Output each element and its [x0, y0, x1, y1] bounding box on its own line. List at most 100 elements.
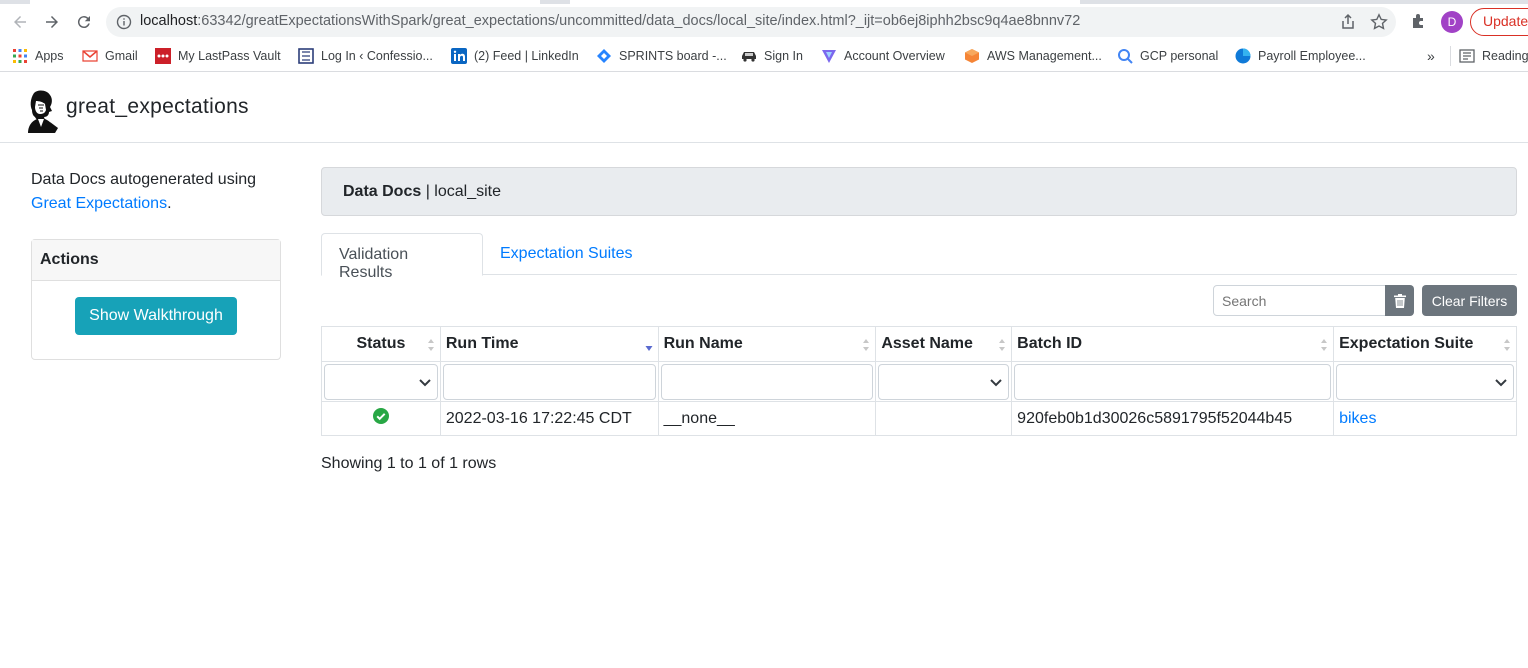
expectation-suite-link[interactable]: bikes [1339, 410, 1376, 427]
batch-id-cell: 920feb0b1d30026c5891795f52044b45 [1011, 401, 1335, 436]
bookmark-gmail[interactable]: Gmail [82, 46, 138, 66]
column-label: Asset Name [881, 335, 973, 352]
filter-cell [321, 361, 441, 402]
show-walkthrough-button[interactable]: Show Walkthrough [75, 297, 237, 335]
bookmark-label: Payroll Employee... [1258, 49, 1366, 63]
search-group [1213, 285, 1414, 316]
results-tabs: Validation Results Expectation Suites [321, 233, 1517, 281]
expectation-suite-filter-select[interactable] [1336, 363, 1514, 400]
search-input[interactable] [1213, 285, 1386, 316]
breadcrumb: Data Docs | local_site [321, 167, 1517, 216]
bookmark-payroll[interactable]: Payroll Employee... [1235, 46, 1366, 66]
profile-avatar[interactable]: D [1441, 11, 1463, 33]
bookmark-lastpass[interactable]: My LastPass Vault [155, 46, 281, 66]
actions-title: Actions [32, 240, 280, 281]
column-header-asset-name[interactable]: Asset Name [875, 326, 1013, 362]
bookmark-linkedin[interactable]: (2) Feed | LinkedIn [451, 46, 579, 66]
wordpress-icon [298, 48, 314, 64]
bookmark-label: Log In ‹ Confessio... [321, 49, 433, 63]
tab-strip [1080, 0, 1528, 4]
address-bar[interactable]: localhost:63342/greatExpectationsWithSpa… [106, 7, 1396, 37]
bookmark-apps[interactable]: Apps [12, 46, 64, 66]
reload-icon [77, 16, 90, 29]
filter-row [321, 361, 1517, 402]
bookmark-label: Sign In [764, 49, 803, 63]
lastpass-icon [155, 48, 171, 64]
arrow-right-icon [46, 16, 58, 28]
actions-card: Actions Show Walkthrough [31, 239, 281, 360]
column-header-expectation-suite[interactable]: Expectation Suite [1333, 326, 1517, 362]
browser-toolbar: localhost:63342/greatExpectationsWithSpa… [0, 0, 1528, 44]
star-icon[interactable] [1370, 13, 1388, 31]
bookmark-signin[interactable]: Sign In [741, 46, 803, 66]
gmail-icon [82, 50, 98, 62]
validation-results-table: Status Run Time Run Name Asset Name Batc… [321, 326, 1517, 436]
intro-label: Data Docs autogenerated using [31, 171, 257, 188]
bookmark-label: Gmail [105, 49, 138, 63]
column-header-run-name[interactable]: Run Name [657, 326, 877, 362]
sort-icon [1321, 339, 1328, 351]
asset-name-filter-select[interactable] [878, 363, 1010, 400]
bookmark-sprints[interactable]: SPRINTS board -... [596, 46, 727, 66]
table-row[interactable]: 2022-03-16 17:22:45 CDT __none__ 920feb0… [321, 401, 1517, 436]
jira-icon [597, 49, 611, 63]
tab-strip [0, 0, 30, 4]
status-cell [321, 401, 441, 436]
chevron-down-icon [419, 378, 431, 386]
asset-name-cell [875, 401, 1013, 436]
bookmark-label: (2) Feed | LinkedIn [474, 49, 579, 63]
column-header-run-time[interactable]: Run Time [439, 326, 659, 362]
forward-button[interactable] [40, 10, 64, 34]
payroll-icon [1235, 48, 1251, 64]
apps-grid-icon [13, 49, 27, 63]
tab-validation-results[interactable]: Validation Results [321, 233, 483, 281]
run-time-cell: 2022-03-16 17:22:45 CDT [439, 401, 659, 436]
clear-filters-button[interactable]: Clear Filters [1422, 285, 1517, 316]
tab-expectation-suites[interactable]: Expectation Suites [483, 233, 650, 275]
share-icon[interactable] [1339, 13, 1357, 31]
column-header-batch-id[interactable]: Batch ID [1011, 326, 1335, 362]
sort-icon [427, 339, 434, 351]
bookmarks-bar: Apps Gmail My LastPass Vault Log In ‹ Co… [0, 44, 1528, 72]
reload-button[interactable] [72, 10, 96, 34]
aws-icon [965, 49, 979, 63]
sort-icon [999, 339, 1006, 351]
extensions-icon[interactable] [1410, 12, 1428, 30]
bookmark-label: AWS Management... [987, 49, 1102, 63]
table-header-row: Status Run Time Run Name Asset Name Batc… [321, 326, 1517, 362]
column-label: Run Name [663, 335, 743, 352]
bookmark-account[interactable]: Account Overview [821, 46, 945, 66]
back-button[interactable] [8, 10, 32, 34]
breadcrumb-root: Data Docs [343, 183, 422, 200]
tab-strip [540, 0, 570, 4]
pagination-info: Showing 1 to 1 of 1 rows [321, 455, 497, 472]
gcp-icon [1118, 49, 1133, 64]
brand-name[interactable]: great_expectations [66, 95, 249, 119]
bookmark-confession[interactable]: Log In ‹ Confessio... [298, 46, 433, 66]
bookmark-label: SPRINTS board -... [619, 49, 727, 63]
run-name-filter-input[interactable] [660, 363, 874, 400]
run-time-filter-input[interactable] [442, 363, 656, 400]
column-label: Expectation Suite [1339, 335, 1474, 352]
status-filter-select[interactable] [324, 363, 438, 400]
bookmark-aws[interactable]: AWS Management... [964, 46, 1102, 66]
bookmarks-overflow[interactable]: » [1427, 46, 1435, 66]
run-name-cell: __none__ [657, 401, 877, 436]
bookmark-label: GCP personal [1140, 49, 1219, 63]
intro-period: . [167, 195, 172, 212]
clear-search-button[interactable] [1385, 285, 1414, 316]
great-expectations-link[interactable]: Great Expectations [31, 195, 167, 212]
column-header-status[interactable]: Status [321, 326, 441, 362]
batch-id-filter-input[interactable] [1014, 363, 1332, 400]
car-icon [742, 52, 756, 62]
info-icon[interactable] [116, 14, 132, 30]
account-icon [822, 50, 836, 63]
url-text: localhost:63342/greatExpectationsWithSpa… [140, 13, 1081, 29]
bookmark-gcp[interactable]: GCP personal [1117, 46, 1218, 66]
great-expectations-logo[interactable] [20, 89, 62, 133]
reading-list[interactable]: Reading [1450, 46, 1528, 66]
update-button[interactable]: Update [1470, 8, 1528, 36]
bookmark-label: My LastPass Vault [178, 49, 281, 63]
intro-text: Data Docs autogenerated using Great Expe… [31, 168, 281, 216]
sort-icon [863, 339, 870, 351]
